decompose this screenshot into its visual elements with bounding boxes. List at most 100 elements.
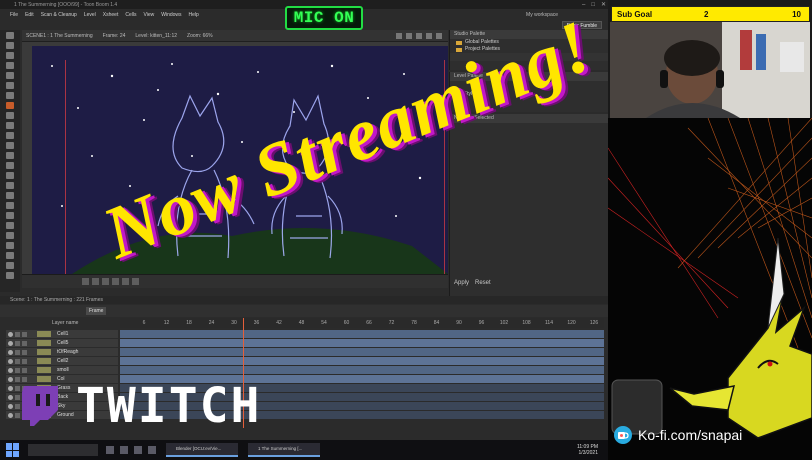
browser-icon[interactable] — [120, 446, 128, 454]
lock-icon[interactable] — [22, 340, 27, 346]
taskbar-app-opentoonz[interactable]: 1 The Summerning [... — [248, 443, 320, 457]
layer-row[interactable]: Cell1 — [6, 330, 118, 338]
fill-tool-icon[interactable] — [6, 82, 14, 89]
visibility-eye-icon[interactable] — [8, 340, 13, 346]
layer-row[interactable]: Cell5 — [6, 339, 118, 347]
visibility-eye-icon[interactable] — [8, 358, 13, 364]
maximize-icon[interactable]: □ — [591, 2, 595, 8]
taskbar-app-blender[interactable]: Blender [OCU:ev/Vie... — [166, 443, 238, 457]
visibility-eye-icon[interactable] — [8, 403, 13, 409]
menu-file[interactable]: File — [10, 12, 18, 18]
visibility-eye-icon[interactable] — [8, 331, 13, 337]
lock-icon[interactable] — [22, 358, 27, 364]
minimize-icon[interactable]: – — [582, 2, 585, 8]
visibility-eye-icon[interactable] — [8, 349, 13, 355]
visibility-eye-icon[interactable] — [8, 376, 13, 382]
iron-tool-icon[interactable] — [6, 192, 14, 199]
visibility-eye-icon[interactable] — [8, 385, 13, 391]
brush-tool-icon[interactable] — [6, 52, 14, 59]
camstand-toggle-icon[interactable] — [15, 349, 20, 355]
hand-tool-icon[interactable] — [6, 272, 14, 279]
frame-zoom-field[interactable]: Frame — [86, 307, 107, 315]
bender-tool-icon[interactable] — [6, 182, 14, 189]
skeleton-tool-icon[interactable] — [6, 212, 14, 219]
magnet-tool-icon[interactable] — [6, 172, 14, 179]
menu-view[interactable]: View — [143, 12, 154, 18]
close-icon[interactable]: ✕ — [601, 1, 606, 8]
table-view-icon[interactable] — [406, 32, 412, 39]
camstand-toggle-icon[interactable] — [15, 358, 20, 364]
zoom-tool-icon[interactable] — [6, 252, 14, 259]
loop-icon[interactable] — [132, 278, 139, 285]
layer-track[interactable] — [120, 366, 604, 374]
lock-icon[interactable] — [22, 376, 27, 382]
kofi-link[interactable]: Ko-fi.com/snapai — [614, 424, 794, 446]
camstand-toggle-icon[interactable] — [15, 331, 20, 337]
camera-view-icon[interactable] — [396, 32, 402, 39]
prev-frame-icon[interactable] — [92, 278, 99, 285]
layer-row[interactable]: Cell2 — [6, 357, 118, 365]
menu-level[interactable]: Level — [84, 12, 96, 18]
pinch-tool-icon[interactable] — [6, 152, 14, 159]
camstand-toggle-icon[interactable] — [15, 376, 20, 382]
layer-track[interactable] — [120, 339, 604, 347]
hook-tool-icon[interactable] — [6, 232, 14, 239]
store-icon[interactable] — [148, 446, 156, 454]
apply-button[interactable]: Apply — [454, 280, 469, 286]
freeze-icon[interactable] — [426, 32, 432, 39]
menu-xsheet[interactable]: Xsheet — [103, 12, 119, 18]
style-picker-icon[interactable] — [6, 122, 14, 129]
control-point-icon[interactable] — [6, 142, 14, 149]
play-icon[interactable] — [102, 278, 109, 285]
ruler-tick-label: 96 — [478, 320, 485, 326]
plastic-tool-icon[interactable] — [6, 242, 14, 249]
pump-tool-icon[interactable] — [6, 162, 14, 169]
layer-name: tOfReagh — [57, 349, 79, 355]
first-frame-icon[interactable] — [82, 278, 89, 285]
paint-brush-tool-icon[interactable] — [6, 92, 14, 99]
ruler-tick-label: 54 — [321, 320, 327, 326]
sub-goal-bar: Sub Goal 2 10 — [611, 6, 810, 22]
cutter-tool-icon[interactable] — [6, 202, 14, 209]
file-explorer-icon[interactable] — [106, 446, 114, 454]
3d-view-icon[interactable] — [416, 32, 422, 39]
layer-row[interactable]: tOfReagh — [6, 348, 118, 356]
visibility-eye-icon[interactable] — [8, 367, 13, 373]
rgb-picker-icon[interactable] — [6, 132, 14, 139]
tape-tool-icon[interactable] — [6, 112, 14, 119]
layer-track[interactable] — [120, 357, 604, 365]
tracker-tool-icon[interactable] — [6, 222, 14, 229]
lock-icon[interactable] — [22, 367, 27, 373]
visibility-eye-icon[interactable] — [8, 412, 13, 418]
frame-ruler[interactable]: 6 12 18 24 30 36 42 48 54 60 66 72 78 84 90 96 102 108 114… — [120, 318, 604, 328]
menu-scan-cleanup[interactable]: Scan & Cleanup — [41, 12, 77, 18]
menu-windows[interactable]: Windows — [161, 12, 181, 18]
rotate-tool-icon[interactable] — [6, 262, 14, 269]
menu-cells[interactable]: Cells — [125, 12, 136, 18]
ruler-tick-label: 36 — [253, 320, 260, 326]
preview-icon[interactable] — [436, 32, 442, 39]
geometric-tool-icon[interactable] — [6, 62, 14, 69]
type-tool-icon[interactable] — [6, 72, 14, 79]
animate-tool-icon[interactable] — [6, 32, 14, 39]
selection-tool-icon[interactable] — [6, 42, 14, 49]
layer-row[interactable]: smoll — [6, 366, 118, 374]
lock-icon[interactable] — [22, 331, 27, 337]
start-menu-icon[interactable] — [6, 443, 20, 457]
menu-help[interactable]: Help — [189, 12, 199, 18]
camstand-toggle-icon[interactable] — [15, 367, 20, 373]
visibility-eye-icon[interactable] — [8, 394, 13, 400]
layer-track[interactable] — [120, 348, 604, 356]
mail-icon[interactable] — [134, 446, 142, 454]
taskbar-clock[interactable]: 11:09 PM 1/3/2021 — [577, 444, 598, 456]
taskbar-search-box[interactable] — [28, 444, 98, 456]
eraser-tool-icon[interactable] — [6, 102, 14, 109]
camstand-toggle-icon[interactable] — [15, 340, 20, 346]
menu-edit[interactable]: Edit — [25, 12, 34, 18]
ruler-tick-label: 120 — [567, 320, 576, 326]
layer-track[interactable] — [120, 330, 604, 338]
next-frame-icon[interactable] — [112, 278, 119, 285]
lock-icon[interactable] — [22, 349, 27, 355]
reset-button[interactable]: Reset — [475, 280, 491, 286]
last-frame-icon[interactable] — [122, 278, 129, 285]
